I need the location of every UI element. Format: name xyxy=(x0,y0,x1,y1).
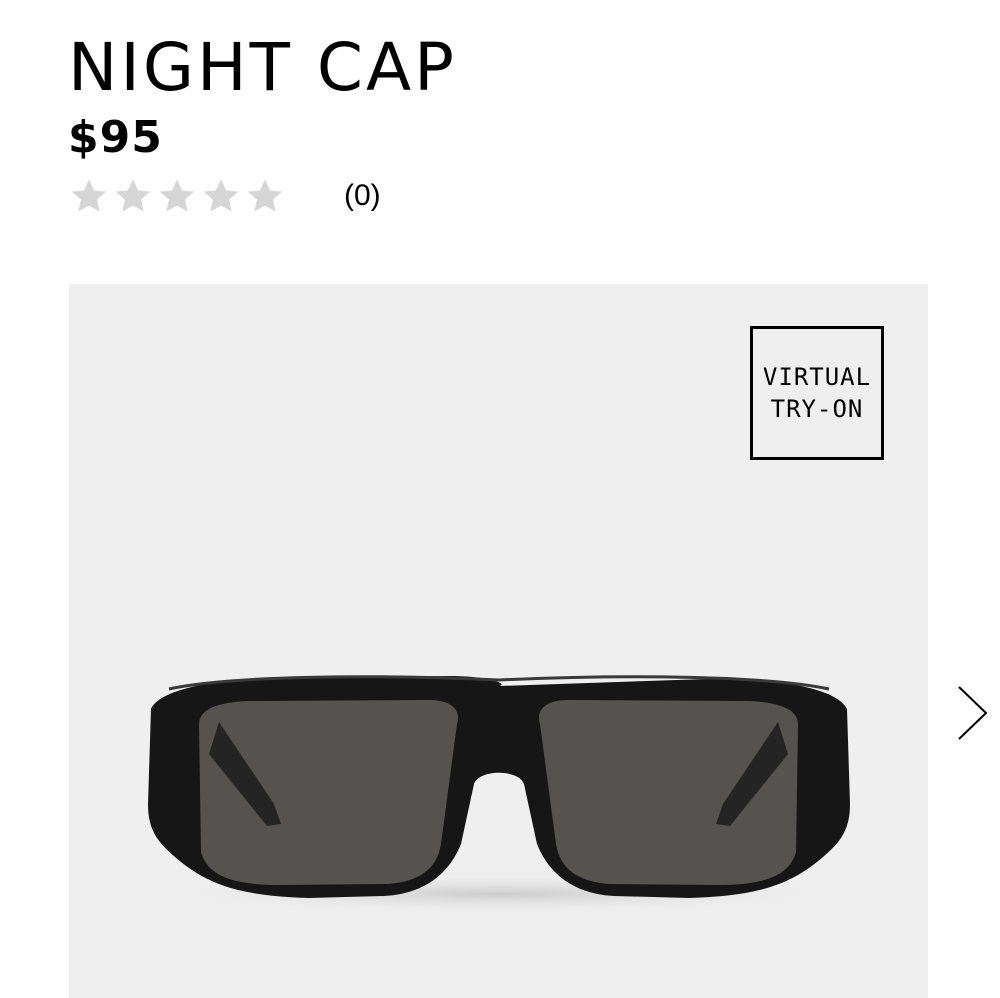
virtual-try-on-button[interactable]: VIRTUAL TRY-ON xyxy=(750,326,884,460)
review-count[interactable]: (0) xyxy=(344,172,381,220)
chevron-right-icon[interactable] xyxy=(953,683,993,743)
star-icon xyxy=(115,179,151,212)
product-rating[interactable]: (0) xyxy=(68,172,381,220)
star-icon xyxy=(159,179,195,212)
star-icon xyxy=(247,179,283,212)
rating-stars xyxy=(68,175,286,217)
star-icon xyxy=(71,179,107,212)
star-icon xyxy=(203,179,239,212)
product-title: NIGHT CAP xyxy=(68,29,457,106)
try-on-label-line1: VIRTUAL xyxy=(762,363,872,391)
product-price: $95 xyxy=(68,112,163,163)
try-on-label-line2: TRY-ON xyxy=(770,395,864,423)
product-gallery[interactable]: VIRTUAL TRY-ON xyxy=(69,284,928,998)
